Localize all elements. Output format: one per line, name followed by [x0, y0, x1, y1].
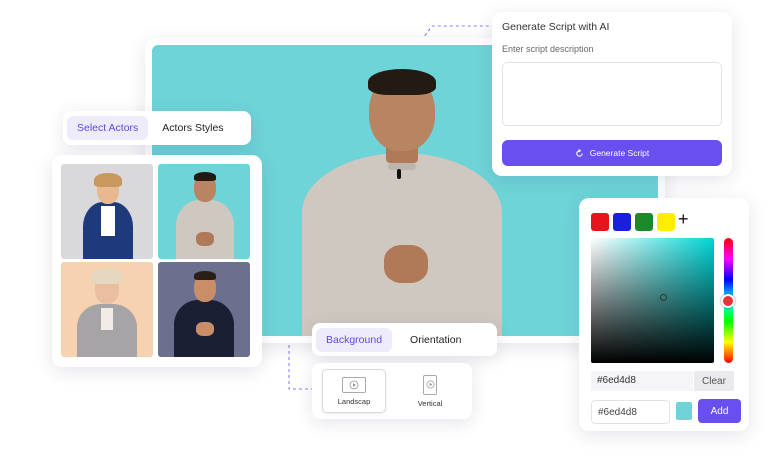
- color-picker: + #6ed4d8 Clear Add: [579, 198, 749, 431]
- swatch-red[interactable]: [591, 213, 609, 231]
- vertical-label: Vertical: [417, 398, 443, 408]
- orientation-vertical-option[interactable]: Vertical: [398, 369, 462, 413]
- tab-actors-styles[interactable]: Actors Styles: [152, 116, 233, 140]
- background-orientation-tabs: Background Orientation: [312, 323, 497, 356]
- refresh-icon: [576, 148, 583, 157]
- tab-orientation[interactable]: Orientation: [400, 328, 471, 352]
- orientation-landscape-option[interactable]: Landscap: [322, 369, 386, 413]
- script-description-input[interactable]: [502, 62, 722, 126]
- script-panel-title: Generate Script with AI: [502, 21, 610, 33]
- orientation-options: Landscap Vertical: [312, 363, 472, 419]
- tab-background[interactable]: Background: [316, 327, 393, 352]
- presenter-avatar: [302, 65, 502, 336]
- actor-tile-woman-grey-suit[interactable]: [61, 262, 153, 357]
- actor-tile-man-navy-polo[interactable]: [158, 262, 250, 357]
- swatch-green[interactable]: [635, 213, 653, 231]
- actor-grid: [52, 155, 262, 367]
- swatch-blue[interactable]: [613, 213, 631, 231]
- swatch-yellow[interactable]: [657, 213, 675, 231]
- add-color-button[interactable]: Add: [698, 399, 741, 423]
- actor-tile-woman-blue-blazer[interactable]: [61, 164, 153, 259]
- saturation-value-area[interactable]: [591, 238, 714, 363]
- hex-value-display: #6ed4d8: [591, 371, 693, 391]
- tab-select-actors[interactable]: Select Actors: [67, 116, 149, 140]
- hex-input[interactable]: [591, 400, 670, 424]
- clear-button[interactable]: Clear: [694, 371, 734, 391]
- generate-script-label: Generate Script: [589, 148, 650, 158]
- saturation-value-handle[interactable]: [660, 294, 667, 301]
- add-swatch-icon[interactable]: +: [678, 209, 689, 230]
- hue-slider-handle[interactable]: [721, 294, 735, 308]
- landscape-label: Landscap: [337, 396, 371, 406]
- color-preview-swatch: [676, 402, 692, 420]
- script-description-label: Enter script description: [502, 44, 594, 54]
- actor-tabs: Select Actors Actors Styles: [63, 111, 251, 145]
- actor-tile-man-grey-sweater[interactable]: [158, 164, 250, 259]
- generate-script-button[interactable]: Generate Script: [502, 140, 722, 166]
- script-panel: Generate Script with AI Enter script des…: [492, 12, 732, 176]
- vertical-play-icon: [423, 374, 437, 395]
- landscape-play-icon: [342, 376, 366, 393]
